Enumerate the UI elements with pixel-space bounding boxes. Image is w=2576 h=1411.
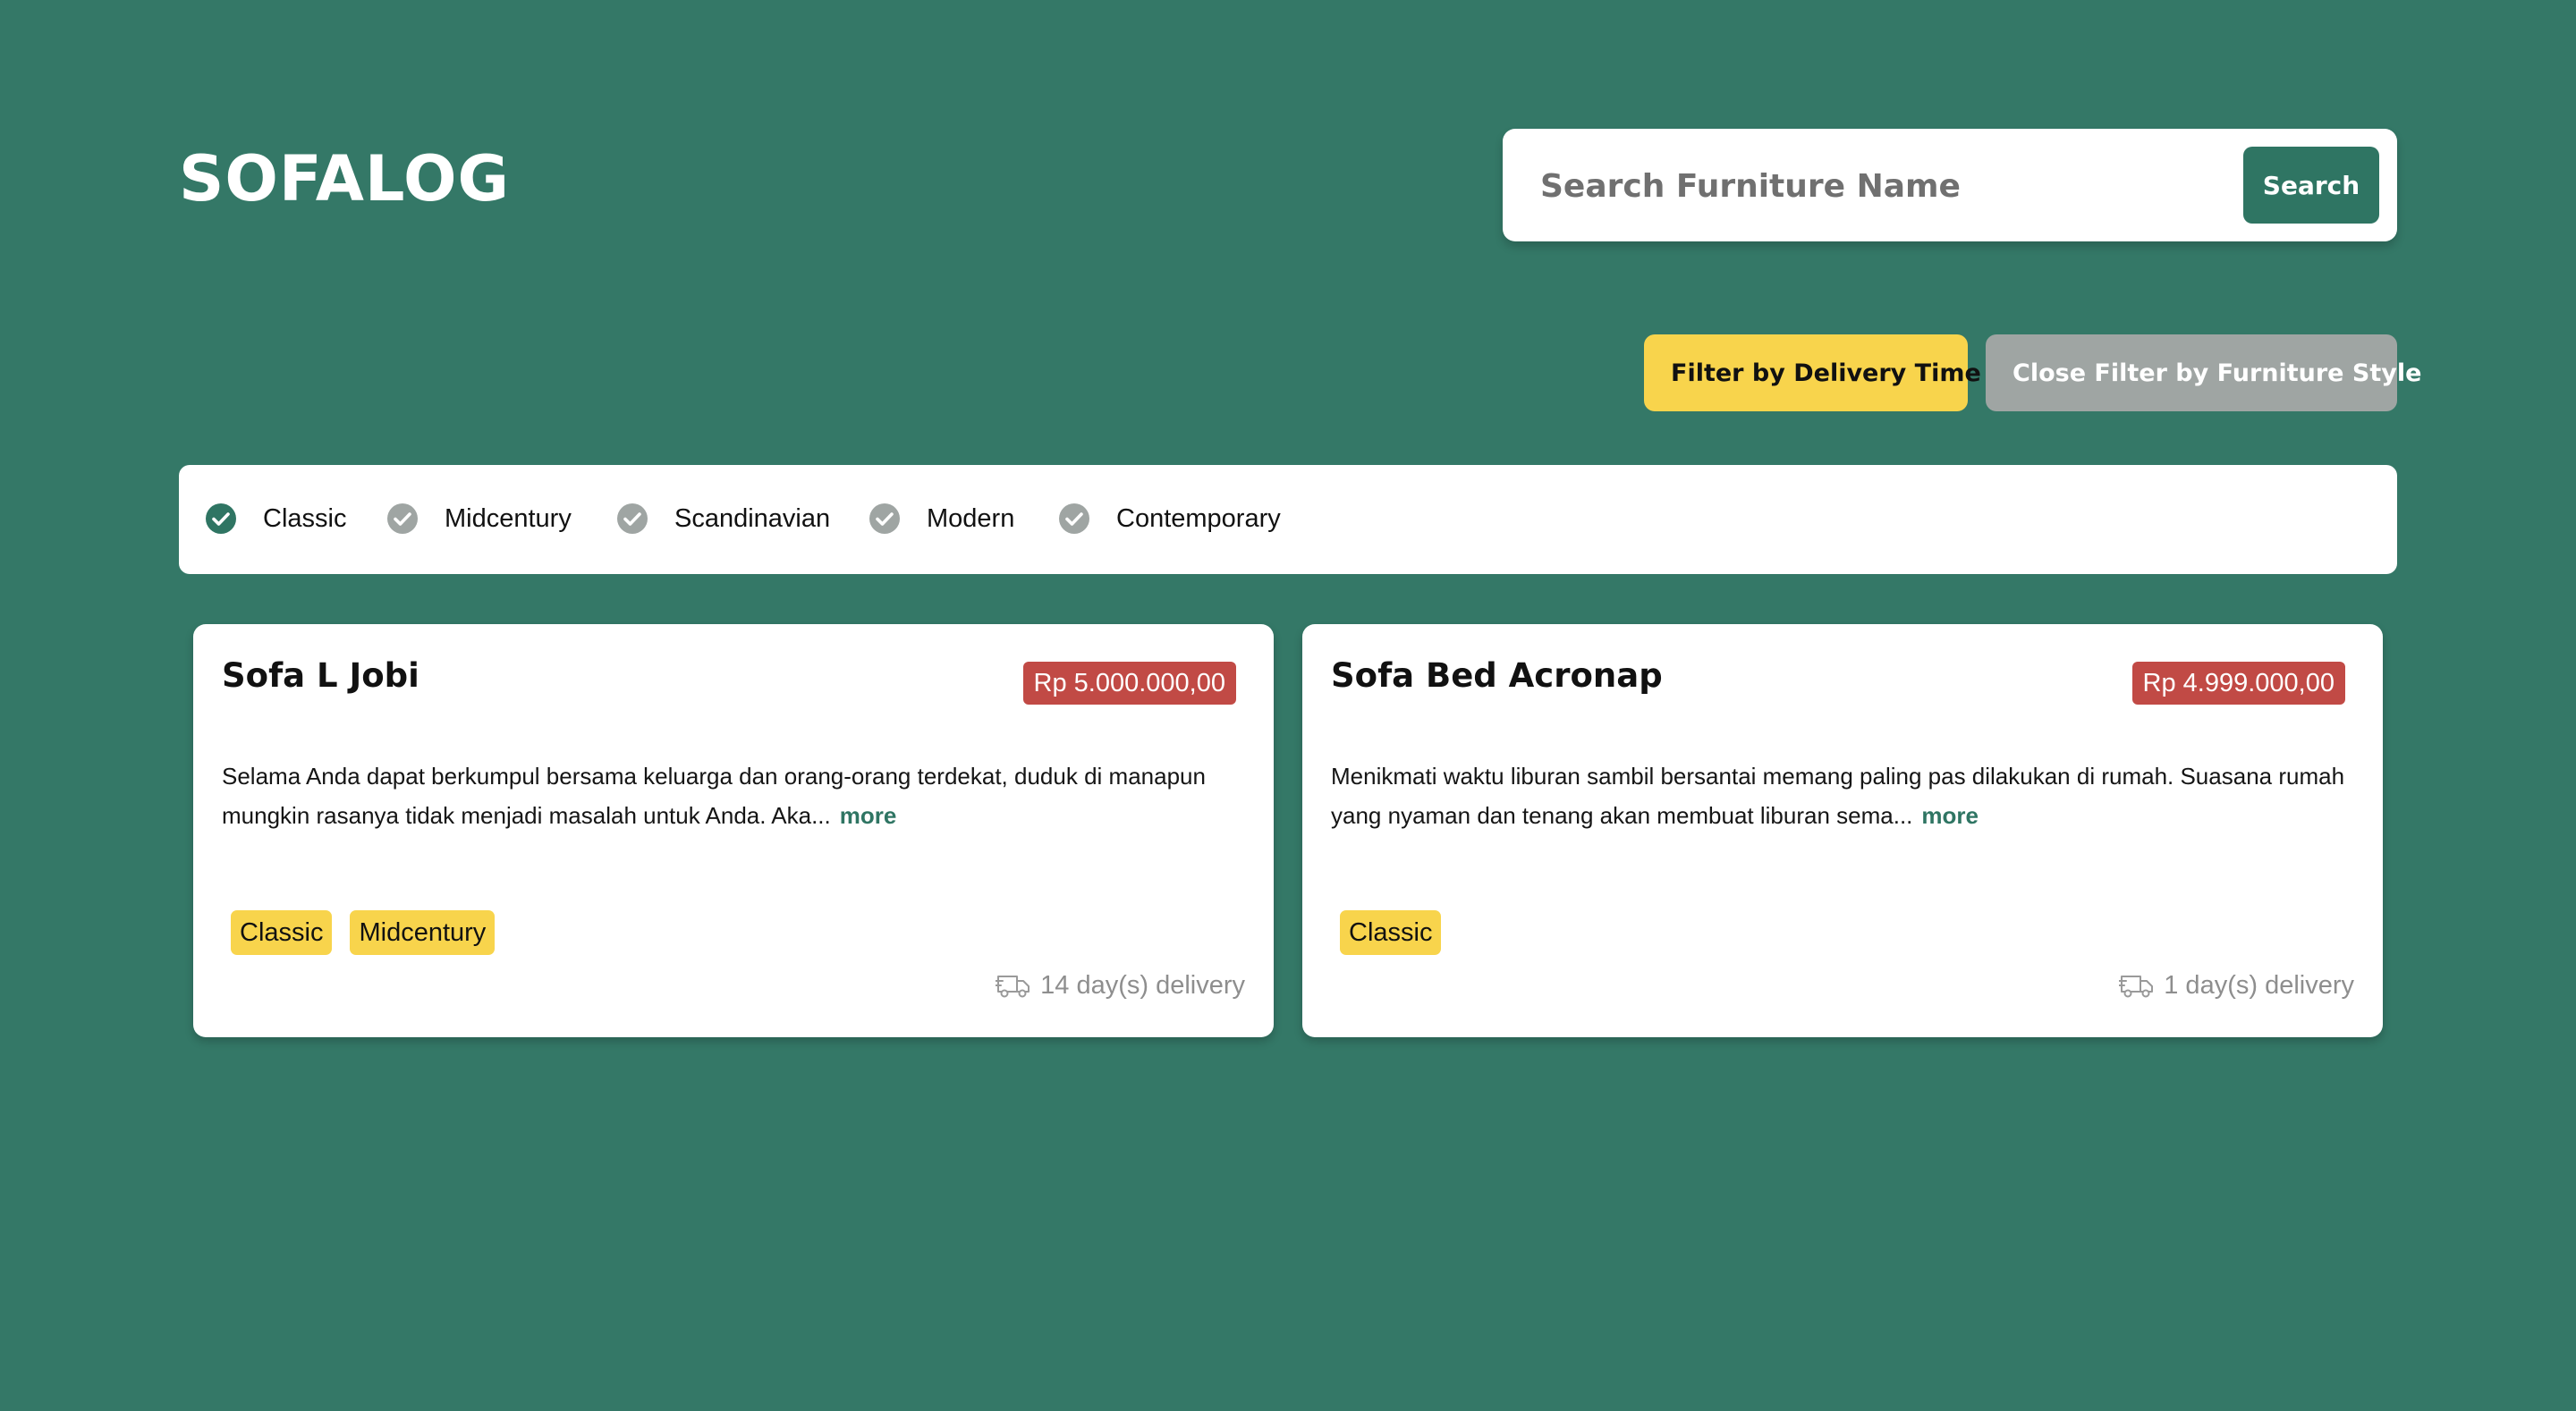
logo: SOFALOG [179, 142, 510, 215]
style-option-label: Scandinavian [674, 503, 831, 533]
style-option-contemporary[interactable]: Contemporary [1059, 492, 1281, 545]
truck-icon [2119, 972, 2155, 999]
delivery-text: 14 day(s) delivery [1040, 970, 1245, 1000]
furniture-style-filter-panel: Classic Midcentury Scandinavian Modern C… [179, 465, 2397, 574]
truck-icon [996, 972, 1031, 999]
product-description: Menikmati waktu liburan sambil bersantai… [1331, 756, 2360, 835]
check-circle-icon [1059, 503, 1089, 534]
style-option-label: Contemporary [1116, 503, 1281, 533]
delivery-text: 1 day(s) delivery [2164, 970, 2354, 1000]
delivery-info: 1 day(s) delivery [2119, 967, 2354, 1003]
product-card[interactable]: Sofa L Jobi Rp 5.000.000,00 Selama Anda … [193, 624, 1274, 1037]
style-option-label: Modern [927, 503, 1015, 533]
check-circle-icon [387, 503, 418, 534]
style-tag: Classic [231, 910, 333, 955]
price-badge: Rp 4.999.000,00 [2131, 662, 2345, 705]
style-option-label: Classic [263, 503, 347, 533]
style-option-scandinavian[interactable]: Scandinavian [617, 492, 830, 545]
more-link[interactable]: more [840, 802, 897, 829]
style-tags: Classic [1340, 910, 1442, 955]
product-name: Sofa L Jobi [222, 656, 419, 695]
check-circle-icon [869, 503, 900, 534]
style-option-classic[interactable]: Classic [206, 492, 346, 545]
product-name: Sofa Bed Acronap [1331, 656, 1663, 695]
check-circle-icon [206, 503, 236, 534]
filter-delivery-button[interactable]: Filter by Delivery Time [1644, 334, 1981, 411]
style-option-midcentury[interactable]: Midcentury [387, 492, 572, 545]
delivery-info: 14 day(s) delivery [996, 967, 1245, 1003]
description-text: Selama Anda dapat berkumpul bersama kelu… [222, 763, 1206, 829]
check-circle-icon [617, 503, 648, 534]
style-tag: Classic [1340, 910, 1442, 955]
search-input[interactable] [1538, 148, 2222, 224]
close-style-filter-button[interactable]: Close Filter by Furniture Style [1986, 334, 2421, 411]
search-button[interactable]: Search [2243, 147, 2379, 224]
description-text: Menikmati waktu liburan sambil bersantai… [1331, 763, 2345, 829]
style-option-label: Midcentury [445, 503, 572, 533]
filter-toolbar: Filter by Delivery Time Close Filter by … [1644, 334, 2421, 411]
product-card[interactable]: Sofa Bed Acronap Rp 4.999.000,00 Menikma… [1302, 624, 2383, 1037]
product-description: Selama Anda dapat berkumpul bersama kelu… [222, 756, 1250, 835]
page-header: SOFALOG Search [179, 129, 2397, 241]
style-tags: Classic Midcentury [231, 910, 496, 955]
style-tag: Midcentury [350, 910, 496, 955]
style-option-modern[interactable]: Modern [869, 492, 1014, 545]
more-link[interactable]: more [1921, 802, 1979, 829]
price-badge: Rp 5.000.000,00 [1022, 662, 1236, 705]
search-bar: Search [1503, 129, 2397, 241]
